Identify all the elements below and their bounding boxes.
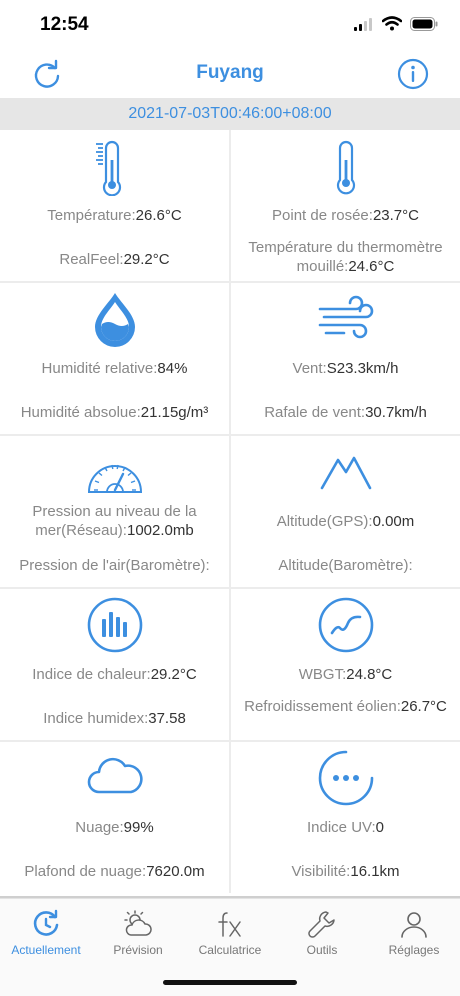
home-indicator bbox=[163, 980, 297, 985]
mountain-icon bbox=[320, 456, 371, 490]
wbgt-cell: WBGT:24.8°C Refroidissement éolien:26.7°… bbox=[231, 589, 460, 740]
status-bar: 12:54 bbox=[0, 0, 460, 50]
status-time: 12:54 bbox=[40, 14, 89, 35]
cloud-cell: Nuage:99% Plafond de nuage:7620.0m bbox=[0, 742, 229, 893]
barometer-altitude-line: Altitude(Baromètre): bbox=[278, 557, 413, 574]
humidity-cell: Humidité relative:84% Humidité absolue:2… bbox=[0, 283, 229, 434]
wrench-icon bbox=[308, 911, 335, 938]
gauge-icon bbox=[87, 464, 142, 493]
thermometer-icon bbox=[336, 140, 355, 195]
temperature-cell: Température:26.6°C RealFeel:29.2°C bbox=[0, 130, 229, 281]
tab-outils[interactable]: Outils bbox=[276, 909, 368, 957]
humidex-line: Indice humidex:37.58 bbox=[43, 710, 186, 727]
cloud-ceiling-line: Plafond de nuage:7620.0m bbox=[24, 863, 205, 880]
signal-icon bbox=[354, 17, 372, 31]
pressure-cell: Pression au niveau de la mer(Réseau):100… bbox=[0, 436, 229, 587]
tab-label: Outils bbox=[306, 943, 338, 957]
realfeel-line: RealFeel:29.2°C bbox=[59, 251, 170, 268]
grid-row: Pression au niveau de la mer(Réseau):100… bbox=[0, 436, 460, 589]
absolute-humidity-line: Humidité absolue:21.15g/m³ bbox=[20, 404, 209, 421]
altitude-cell: Altitude(GPS):0.00m Altitude(Baromètre): bbox=[231, 436, 460, 587]
fx-icon bbox=[218, 912, 241, 937]
sun-cloud-icon bbox=[124, 910, 152, 936]
uv-index-line: Indice UV:0 bbox=[307, 819, 384, 836]
cloud-icon bbox=[87, 757, 143, 794]
heat-index-line: Indice de chaleur:29.2°C bbox=[32, 666, 197, 683]
tab-label: Prévision bbox=[113, 943, 163, 957]
tab-reglages[interactable]: Réglages bbox=[368, 909, 460, 957]
wet-bulb-line: Température du thermomètre mouillé:24.6°… bbox=[248, 239, 443, 275]
bar-chart-icon bbox=[87, 597, 142, 653]
weather-grid: Température:26.6°C RealFeel:29.2°C Point… bbox=[0, 130, 460, 895]
battery-icon bbox=[410, 16, 438, 31]
uv-cell: Indice UV:0 Visibilité:16.1km bbox=[231, 742, 460, 893]
grid-row: Nuage:99% Plafond de nuage:7620.0m Indic… bbox=[0, 742, 460, 895]
tab-prevision[interactable]: Prévision bbox=[92, 909, 184, 957]
info-button[interactable] bbox=[397, 58, 429, 90]
page-title: Fuyang bbox=[196, 62, 264, 83]
thermometer-scale-icon bbox=[95, 140, 121, 196]
visibility-line: Visibilité:16.1km bbox=[291, 863, 400, 880]
tab-label: Réglages bbox=[388, 943, 440, 957]
dew-point-cell: Point de rosée:23.7°C Température du the… bbox=[231, 130, 460, 281]
wind-icon bbox=[318, 295, 373, 339]
status-icons bbox=[354, 16, 438, 31]
grid-row: Température:26.6°C RealFeel:29.2°C Point… bbox=[0, 130, 460, 283]
wifi-icon bbox=[382, 16, 402, 31]
grid-row: Indice de chaleur:29.2°C Indice humidex:… bbox=[0, 589, 460, 742]
wind-gust-line: Rafale de vent:30.7km/h bbox=[264, 404, 427, 421]
relative-humidity-line: Humidité relative:84% bbox=[41, 360, 188, 377]
gps-altitude-line: Altitude(GPS):0.00m bbox=[276, 513, 415, 530]
grid-row: Humidité relative:84% Humidité absolue:2… bbox=[0, 283, 460, 436]
cloud-cover-line: Nuage:99% bbox=[75, 819, 154, 836]
wind-line: Vent:S23.3km/h bbox=[292, 360, 399, 377]
temperature-line: Température:26.6°C bbox=[47, 207, 182, 224]
dew-point-line: Point de rosée:23.7°C bbox=[272, 207, 419, 224]
barometer-pressure-line: Pression de l'air(Baromètre): bbox=[19, 557, 210, 574]
tab-label: Calculatrice bbox=[198, 943, 262, 957]
tab-calculatrice[interactable]: Calculatrice bbox=[184, 909, 276, 957]
wbgt-line: WBGT:24.8°C bbox=[298, 666, 393, 683]
info-icon bbox=[397, 58, 429, 90]
water-drop-icon bbox=[94, 293, 135, 347]
more-circle-icon bbox=[318, 750, 373, 806]
wave-circle-icon bbox=[318, 597, 373, 653]
person-icon bbox=[401, 912, 427, 938]
tab-label: Actuellement bbox=[11, 943, 81, 957]
clock-refresh-icon bbox=[33, 909, 59, 936]
wind-cell: Vent:S23.3km/h Rafale de vent:30.7km/h bbox=[231, 283, 460, 434]
nav-bar: Fuyang bbox=[0, 50, 460, 98]
tab-actuellement[interactable]: Actuellement bbox=[0, 909, 92, 957]
heat-index-cell: Indice de chaleur:29.2°C Indice humidex:… bbox=[0, 589, 229, 740]
wind-chill-line: Refroidissement éolien:26.7°C bbox=[244, 698, 447, 715]
observation-timestamp: 2021-07-03T00:46:00+08:00 bbox=[0, 98, 460, 130]
sea-level-pressure-line: Pression au niveau de la mer(Réseau):100… bbox=[32, 503, 197, 539]
